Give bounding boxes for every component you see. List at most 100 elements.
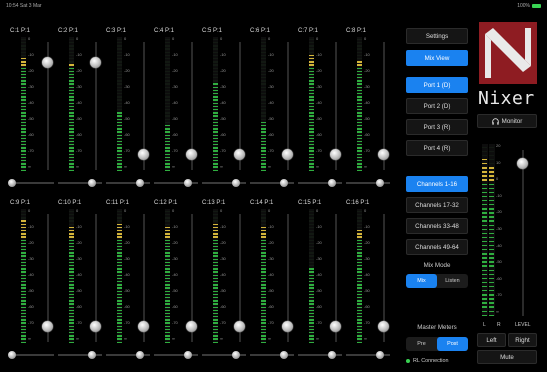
meter-segment [213, 277, 218, 280]
meter-segment [309, 169, 314, 171]
mute-button[interactable]: Mute [477, 350, 537, 364]
pan-knob[interactable] [280, 351, 288, 359]
meter-segment [482, 216, 487, 218]
meter-segment [309, 265, 314, 267]
left-button[interactable]: Left [477, 333, 506, 347]
scale-tick-label: -70 [28, 148, 34, 153]
meter-segment [69, 124, 74, 127]
fader-knob[interactable] [234, 321, 245, 333]
pan-knob[interactable] [328, 351, 336, 359]
pan-knob[interactable] [136, 351, 144, 359]
meter-segment [213, 309, 218, 312]
meter-segment [309, 328, 314, 331]
port-3-button[interactable]: Port 3 (R) [406, 119, 468, 135]
meter-segment [117, 303, 122, 305]
meter-segment [482, 175, 487, 177]
meter-segment [21, 77, 26, 79]
meter-segment [261, 233, 266, 235]
meter-segment [165, 128, 170, 130]
settings-button[interactable]: Settings [406, 28, 468, 44]
meter-segment [261, 236, 266, 238]
meter-segment [309, 245, 314, 248]
channels-49-64-button[interactable]: Channels 49-64 [406, 239, 468, 255]
scale-tick-label: -40 [268, 100, 274, 105]
meter-segment [213, 86, 218, 89]
meter-segment [21, 160, 26, 162]
channels-33-48-button[interactable]: Channels 33-48 [406, 218, 468, 234]
pan-knob[interactable] [232, 351, 240, 359]
pan-knob[interactable] [88, 179, 96, 187]
scale-tick-label: -40 [28, 100, 34, 105]
pan-knob[interactable] [376, 351, 384, 359]
monitor-button[interactable]: Monitor [477, 114, 537, 128]
fader-knob[interactable] [330, 321, 341, 333]
fader-knob[interactable] [378, 321, 389, 333]
pan-knob[interactable] [232, 179, 240, 187]
meter-segment [21, 38, 26, 41]
fader-knob[interactable] [282, 321, 293, 333]
meter-segment [69, 42, 74, 44]
fader-knob[interactable] [90, 56, 101, 68]
meter-segment [357, 137, 362, 140]
right-button[interactable]: Right [508, 333, 537, 347]
meter-segment [69, 83, 74, 85]
meter-segment [482, 306, 487, 308]
connection-status-dot [406, 359, 410, 363]
fader-knob[interactable] [186, 321, 197, 333]
scale-tick-label: 0 [124, 208, 127, 213]
pan-knob[interactable] [280, 179, 288, 187]
meter-segment [69, 328, 74, 331]
meter-segment [261, 163, 266, 165]
pan-knob[interactable] [184, 351, 192, 359]
channel-scale: 0 -10 -20 -30 -40 -50 -60 -70 ∞ [268, 209, 280, 343]
pan-knob[interactable] [136, 179, 144, 187]
meter-segment [309, 112, 314, 114]
fader-knob[interactable] [330, 149, 341, 161]
pan-knob[interactable] [328, 179, 336, 187]
channels-17-32-button[interactable]: Channels 17-32 [406, 197, 468, 213]
channels-1-16-button[interactable]: Channels 1-16 [406, 176, 468, 192]
fader-knob[interactable] [234, 149, 245, 161]
master-scale-tick-label: -30 [496, 226, 502, 231]
fader-knob[interactable] [42, 321, 53, 333]
port-1-button[interactable]: Port 1 (D) [406, 77, 468, 93]
fader-knob[interactable] [378, 149, 389, 161]
meter-segment [309, 223, 314, 225]
scale-tick-label: -70 [268, 148, 274, 153]
fader-knob[interactable] [186, 149, 197, 161]
meter-segment [309, 96, 314, 98]
master-meters-pre[interactable]: Pre [406, 337, 437, 351]
mix-mode-mix[interactable]: Mix [406, 274, 437, 288]
port-2-button[interactable]: Port 2 (D) [406, 98, 468, 114]
meter-segment [261, 42, 266, 44]
meter-segment [357, 96, 362, 98]
meter-segment [261, 64, 266, 66]
fader-knob[interactable] [138, 321, 149, 333]
pan-knob[interactable] [88, 351, 96, 359]
master-fader-knob[interactable] [517, 157, 528, 169]
fader-knob[interactable] [42, 56, 53, 68]
fader-knob[interactable] [138, 149, 149, 161]
fader-knob[interactable] [90, 321, 101, 333]
pan-knob[interactable] [8, 179, 16, 187]
meter-segment [489, 150, 494, 153]
mix-view-button[interactable]: Mix View [406, 50, 468, 66]
meter-segment [357, 293, 362, 296]
port-4-button[interactable]: Port 4 (R) [406, 140, 468, 156]
master-meters-post[interactable]: Post [437, 337, 468, 351]
master-meters-label: Master Meters [417, 324, 457, 331]
mix-mode-listen[interactable]: Listen [437, 274, 468, 288]
meter-segment [117, 169, 122, 171]
pan-knob[interactable] [8, 351, 16, 359]
meter-segment [165, 144, 170, 146]
meter-segment [482, 245, 487, 247]
meter-segment [165, 338, 170, 340]
pan-knob[interactable] [184, 179, 192, 187]
meter-segment [69, 268, 74, 270]
fader-knob[interactable] [282, 149, 293, 161]
pan-knob[interactable] [376, 179, 384, 187]
channel-scale: 0 -10 -20 -30 -40 -50 -60 -70 ∞ [124, 37, 136, 171]
scale-tick-label: -10 [172, 52, 178, 57]
meter-segment [261, 61, 266, 63]
meter-segment [69, 341, 74, 343]
